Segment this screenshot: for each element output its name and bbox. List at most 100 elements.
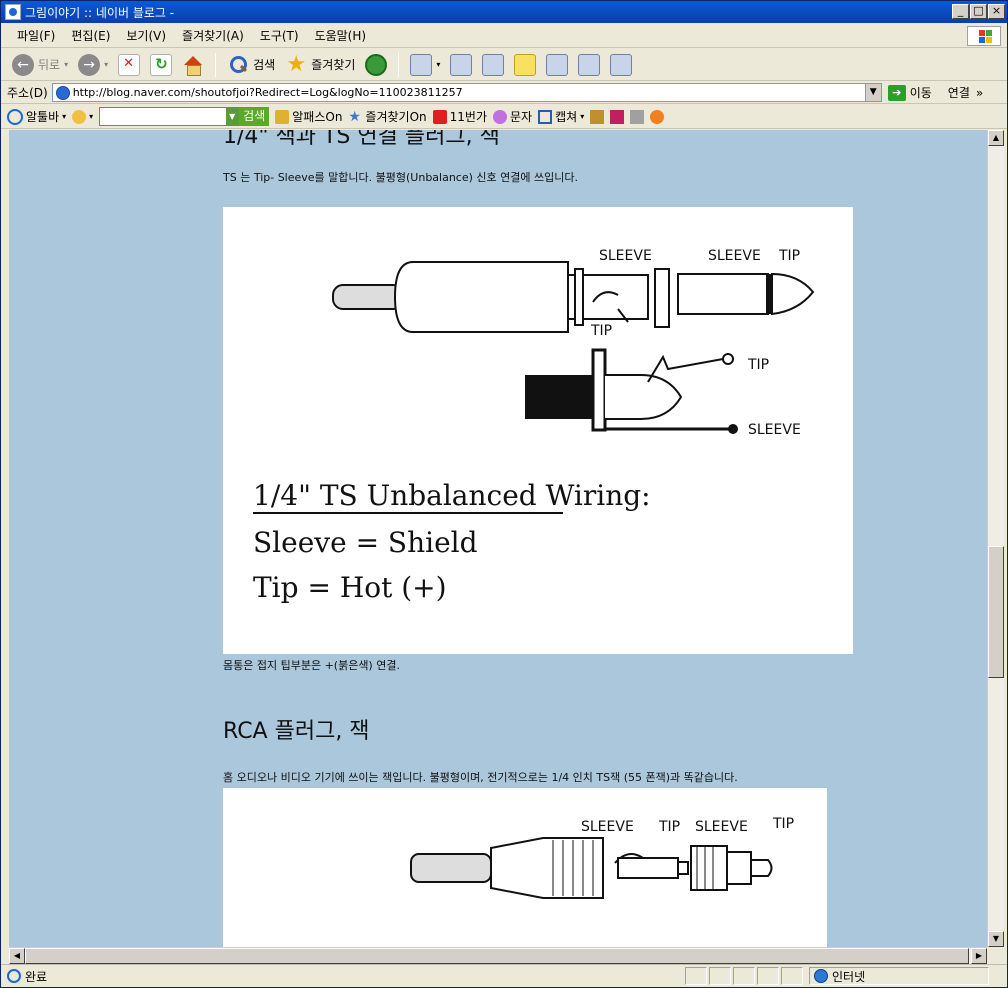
ts-description: TS 는 Tip- Sleeve를 말합니다. 불평형(Unbalance) 신… (223, 171, 578, 184)
edit-button[interactable] (479, 51, 507, 79)
standard-toolbar: ← 뒤로 ▾ → ▾ 검색 ★ 즐겨찾기 ▾ (1, 49, 1007, 81)
links-chevron-icon[interactable]: » (976, 86, 983, 100)
section-heading-rca: RCA 플러그, 잭 (223, 719, 370, 744)
altoolbar-search-input[interactable]: ▼ (99, 107, 240, 126)
st11-button[interactable]: 11번가 (432, 108, 487, 125)
title-bar: 그림이야기 :: 네이버 블로그 - _ □ × (1, 1, 1007, 23)
menu-edit[interactable]: 편집(E) (63, 27, 118, 44)
go-arrow-icon: ➔ (887, 84, 906, 101)
mail-icon (410, 53, 433, 76)
search-label: 검색 (253, 58, 276, 72)
horizontal-scroll-thumb[interactable] (25, 948, 969, 964)
sms-label: 문자 (510, 110, 533, 124)
alpass-button[interactable]: 알패스On (275, 108, 342, 125)
search-engine-button[interactable]: ▾ (72, 109, 94, 124)
links-button[interactable]: 연결 (948, 84, 970, 101)
menu-view[interactable]: 보기(V) (118, 27, 174, 44)
settings-icon[interactable] (650, 109, 665, 124)
horizontal-scrollbar[interactable]: ◀ ▶ (9, 947, 987, 964)
home-button[interactable] (179, 51, 207, 79)
scroll-left-icon[interactable]: ◀ (9, 948, 25, 964)
windows-logo-icon (967, 26, 1001, 46)
search-engine-dropdown-icon: ▾ (89, 112, 94, 121)
notes-button[interactable] (511, 51, 539, 79)
window-controls: _ □ × (951, 4, 1005, 19)
mail-button[interactable]: ▾ (407, 51, 443, 79)
status-text: 완료 (25, 969, 48, 984)
wiring-title: 1/4" TS Unbalanced Wiring: (253, 479, 651, 512)
sms-button[interactable]: 문자 (493, 108, 532, 125)
zone-label: 인터넷 (832, 969, 866, 984)
fig1-label-sleeve-jack: SLEEVE (748, 422, 801, 438)
messenger-button[interactable] (607, 51, 635, 79)
minimize-button[interactable]: _ (952, 4, 969, 19)
wiring-line-sleeve: Sleeve = Shield (253, 526, 478, 559)
toolbar-separator (398, 52, 400, 77)
rca-diagram: SLEEVE TIP SLEEVE TIP (410, 816, 794, 899)
media-icon (578, 53, 601, 76)
altoolbar-button[interactable]: 알툴바 ▾ (7, 108, 66, 125)
forward-button[interactable]: → ▾ (75, 51, 111, 79)
address-url: http://blog.naver.com/shoutofjoi?Redirec… (72, 86, 463, 99)
security-zone[interactable]: 인터넷 (809, 967, 989, 985)
altoolbar-search-button[interactable]: 검색 (239, 107, 270, 126)
history-button[interactable] (362, 51, 390, 79)
menu-file[interactable]: 파일(F) (9, 27, 63, 44)
altoolbar-label: 알툴바 (26, 110, 60, 124)
address-input[interactable]: http://blog.naver.com/shoutofjoi?Redirec… (51, 83, 882, 102)
save-icon[interactable] (630, 109, 645, 124)
favorites-label: 즐겨찾기 (311, 58, 356, 72)
home-icon (182, 54, 204, 76)
menu-tools[interactable]: 도구(T) (252, 27, 307, 44)
menu-favorites[interactable]: 즐겨찾기(A) (174, 27, 252, 44)
vertical-scroll-thumb[interactable] (988, 546, 1004, 678)
altoolbar-icon (7, 108, 23, 125)
altoolbar: 알툴바 ▾ ▾ ▼ 검색 알패스On ★ 즐겨찾기On 11번가 문자 캡쳐 ▾ (1, 105, 1007, 129)
wiring-line-tip: Tip = Hot (+) (253, 571, 447, 604)
research-button[interactable] (543, 51, 571, 79)
address-label: 주소(D) (7, 86, 48, 100)
maximize-button[interactable]: □ (970, 4, 987, 19)
fig1-label-tip-right: TIP (778, 248, 800, 264)
capture-label: 캡쳐 (555, 110, 578, 124)
globe-icon (814, 969, 828, 983)
scroll-down-icon[interactable]: ▼ (988, 931, 1004, 947)
bookmark-icon[interactable] (610, 109, 625, 124)
fig1-label-tip-bottom: TIP (590, 323, 612, 339)
altoolbar-dropdown-icon: ▾ (62, 112, 67, 121)
media-button[interactable] (575, 51, 603, 79)
back-dropdown-icon[interactable]: ▾ (64, 60, 68, 69)
favon-star-icon: ★ (348, 108, 361, 125)
fig2-label-tip1: TIP (658, 819, 680, 835)
status-bar: 완료 인터넷 (1, 964, 1007, 987)
refresh-button[interactable] (147, 51, 175, 79)
scroll-up-icon[interactable]: ▲ (988, 130, 1004, 146)
browser-window: 그림이야기 :: 네이버 블로그 - _ □ × 파일(F) 편집(E) 보기(… (0, 0, 1008, 988)
close-button[interactable]: × (988, 4, 1005, 19)
fig2-label-tip2: TIP (772, 816, 794, 832)
fig2-label-sleeve1: SLEEVE (581, 819, 634, 835)
search-button[interactable]: 검색 (224, 51, 278, 79)
broom-icon[interactable] (590, 109, 605, 124)
search-combo-dropdown-icon[interactable]: ▼ (226, 108, 239, 125)
note-icon (514, 53, 537, 76)
menu-help[interactable]: 도움말(H) (307, 27, 375, 44)
status-panels (685, 967, 803, 985)
history-icon (365, 53, 388, 76)
status-panel (757, 967, 779, 985)
print-button[interactable] (447, 51, 475, 79)
vertical-scrollbar[interactable]: ▲ ▼ (987, 130, 1004, 947)
address-dropdown-icon[interactable]: ▼ (864, 84, 881, 101)
favorites-button[interactable]: ★ 즐겨찾기 (282, 51, 358, 79)
favon-button[interactable]: ★ 즐겨찾기On (348, 108, 426, 125)
status-panel (709, 967, 731, 985)
stop-button[interactable] (115, 51, 143, 79)
back-button[interactable]: ← 뒤로 ▾ (9, 51, 71, 79)
scroll-right-icon[interactable]: ▶ (971, 948, 987, 964)
page-icon (55, 85, 70, 100)
page-viewport: 1/4" 잭과 TS 연결 플러그, 잭 TS 는 Tip- Sleeve를 말… (9, 130, 987, 947)
fig1-label-sleeve-left: SLEEVE (599, 248, 652, 264)
forward-dropdown-icon[interactable]: ▾ (104, 60, 108, 69)
capture-button[interactable]: 캡쳐 ▾ (538, 108, 584, 125)
go-button[interactable]: ➔ 이동 (887, 84, 932, 101)
